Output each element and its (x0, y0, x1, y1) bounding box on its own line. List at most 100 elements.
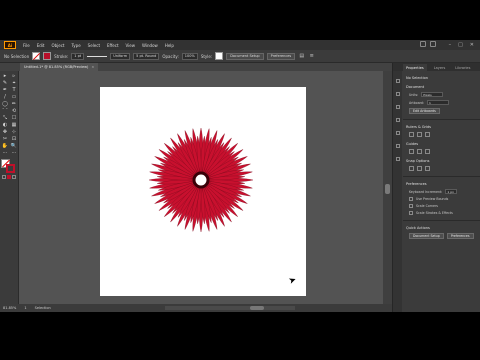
tab-properties[interactable]: Properties (403, 64, 427, 71)
arrange-icon[interactable]: ▤ (298, 53, 305, 60)
fill-stroke-widget[interactable] (1, 159, 17, 173)
tool-23-icon[interactable]: ⋯ (10, 150, 18, 156)
center-hole (197, 176, 205, 184)
quick-document-setup-button[interactable]: Document Setup (409, 233, 444, 239)
symbols-panel-icon[interactable] (395, 118, 400, 122)
show-guides-icon[interactable] (409, 149, 414, 154)
vertical-scrollbar[interactable] (383, 71, 392, 304)
vertical-scroll-thumb[interactable] (385, 184, 390, 194)
document-setup-button[interactable]: Document Setup (226, 52, 264, 60)
grid-icon[interactable] (417, 132, 422, 137)
canvas-area[interactable]: ➤ (19, 71, 383, 304)
flower-artwork[interactable] (145, 125, 257, 235)
keyboard-increment-field[interactable]: 1 px (445, 189, 458, 194)
quick-preferences-button[interactable]: Preferences (446, 233, 474, 239)
maximize-button[interactable]: □ (458, 42, 463, 48)
transparency-panel-icon[interactable] (395, 157, 400, 161)
menu-edit[interactable]: Edit (37, 43, 45, 48)
properties-dock: Properties Layers Libraries No Selection… (392, 63, 480, 312)
color-mode-icon[interactable] (2, 175, 6, 179)
stroke-color-icon[interactable] (6, 164, 15, 173)
tool-8-icon[interactable]: ◯ (1, 101, 9, 107)
workspace-switcher-icon[interactable] (430, 41, 436, 47)
rulers-icon[interactable] (409, 132, 414, 137)
scale-strokes-checkbox[interactable] (409, 211, 413, 215)
fill-swatch[interactable] (32, 52, 41, 60)
menu-file[interactable]: File (23, 43, 30, 48)
artboard[interactable] (100, 87, 306, 296)
stroke-weight-field[interactable]: 1 pt (71, 52, 85, 60)
smart-guides-icon[interactable] (425, 149, 430, 154)
tool-9-icon[interactable]: ✏ (10, 101, 18, 107)
no-selection-heading: No Selection (406, 76, 429, 80)
stroke-profile-select[interactable]: Uniform (110, 52, 131, 60)
edit-artboards-button[interactable]: Edit Artboards (409, 108, 440, 114)
use-preview-bounds-checkbox[interactable] (409, 197, 413, 201)
tool-10-icon[interactable]: ⌒ (1, 108, 9, 114)
tool-15-icon[interactable]: ▦ (10, 122, 18, 128)
tool-7-icon[interactable]: ▭ (10, 94, 18, 100)
stroke-swatch[interactable] (43, 52, 52, 60)
tool-12-icon[interactable]: ⤡ (1, 115, 9, 121)
tab-libraries[interactable]: Libraries (452, 64, 473, 71)
graphic-style-swatch[interactable] (215, 52, 224, 60)
zoom-level[interactable]: 81.85% (3, 306, 16, 310)
arrange-documents-icon[interactable] (420, 41, 426, 47)
tool-5-icon[interactable]: T (10, 87, 18, 93)
menu-view[interactable]: View (126, 43, 136, 48)
menu-select[interactable]: Select (88, 43, 100, 48)
quick-actions-row: Document Setup Preferences (393, 233, 480, 239)
scale-corners-checkbox[interactable] (409, 204, 413, 208)
tool-3-icon[interactable]: ⌖ (10, 80, 18, 86)
menu-effect[interactable]: Effect (107, 43, 119, 48)
tool-4-icon[interactable]: ✒ (1, 87, 9, 93)
edit-artboards-row: Edit Artboards (393, 108, 480, 114)
menu-type[interactable]: Type (71, 43, 80, 48)
close-tab-icon[interactable]: × (91, 65, 94, 69)
tool-14-icon[interactable]: ◐ (1, 122, 9, 128)
tool-6-icon[interactable]: / (1, 94, 9, 100)
tool-20-icon[interactable]: ✋ (1, 143, 9, 149)
snap-to-pixel-icon[interactable] (425, 166, 430, 171)
brushes-panel-icon[interactable] (395, 105, 400, 109)
tool-18-icon[interactable]: ✂ (1, 136, 9, 142)
document-tab-bar: Untitled-1* @ 81.85% (RGB/Preview) × (0, 63, 392, 71)
tool-1-icon[interactable]: ▹ (10, 73, 18, 79)
stroke-panel-icon[interactable] (395, 131, 400, 135)
none-mode-icon[interactable] (12, 175, 16, 179)
close-button[interactable]: ✕ (470, 42, 474, 48)
color-panel-icon[interactable] (395, 79, 400, 83)
tool-13-icon[interactable]: ☐ (10, 115, 18, 121)
horizontal-scrollbar[interactable] (165, 306, 295, 310)
tool-2-icon[interactable]: ✎ (1, 80, 9, 86)
artboard-select[interactable]: 1 (427, 100, 450, 105)
menu-help[interactable]: Help (165, 43, 174, 48)
tool-16-icon[interactable]: ✥ (1, 129, 9, 135)
transparency-grid-icon[interactable] (425, 132, 430, 137)
options-menu-icon[interactable]: ≡ (308, 53, 315, 60)
menu-window[interactable]: Window (142, 43, 158, 48)
tool-17-icon[interactable]: ⊹ (10, 129, 18, 135)
tool-11-icon[interactable]: ⟲ (10, 108, 18, 114)
units-select[interactable]: Pixels (421, 92, 444, 97)
tool-21-icon[interactable]: 🔍 (10, 143, 18, 149)
preferences-button[interactable]: Preferences (266, 52, 296, 60)
brush-select[interactable]: 5 pt. Round (133, 52, 160, 60)
opacity-field[interactable]: 100% (181, 52, 198, 60)
tool-19-icon[interactable]: ⊡ (10, 136, 18, 142)
gradient-panel-icon[interactable] (395, 144, 400, 148)
tool-22-icon[interactable]: ⋯ (1, 150, 9, 156)
lock-guides-icon[interactable] (417, 149, 422, 154)
menu-object[interactable]: Object (51, 43, 64, 48)
scale-strokes-row: Scale Strokes & Effects (393, 211, 480, 215)
minimize-button[interactable]: – (449, 42, 452, 48)
snap-to-point-icon[interactable] (409, 166, 414, 171)
swatches-panel-icon[interactable] (395, 92, 400, 96)
document-tab[interactable]: Untitled-1* @ 81.85% (RGB/Preview) × (20, 63, 99, 71)
horizontal-scroll-thumb[interactable] (250, 306, 264, 310)
gradient-mode-icon[interactable] (7, 175, 11, 179)
tool-0-icon[interactable]: ▸ (1, 73, 9, 79)
snap-to-grid-icon[interactable] (417, 166, 422, 171)
artboard-navigator[interactable]: 1 (24, 306, 26, 310)
tab-layers[interactable]: Layers (431, 64, 449, 71)
